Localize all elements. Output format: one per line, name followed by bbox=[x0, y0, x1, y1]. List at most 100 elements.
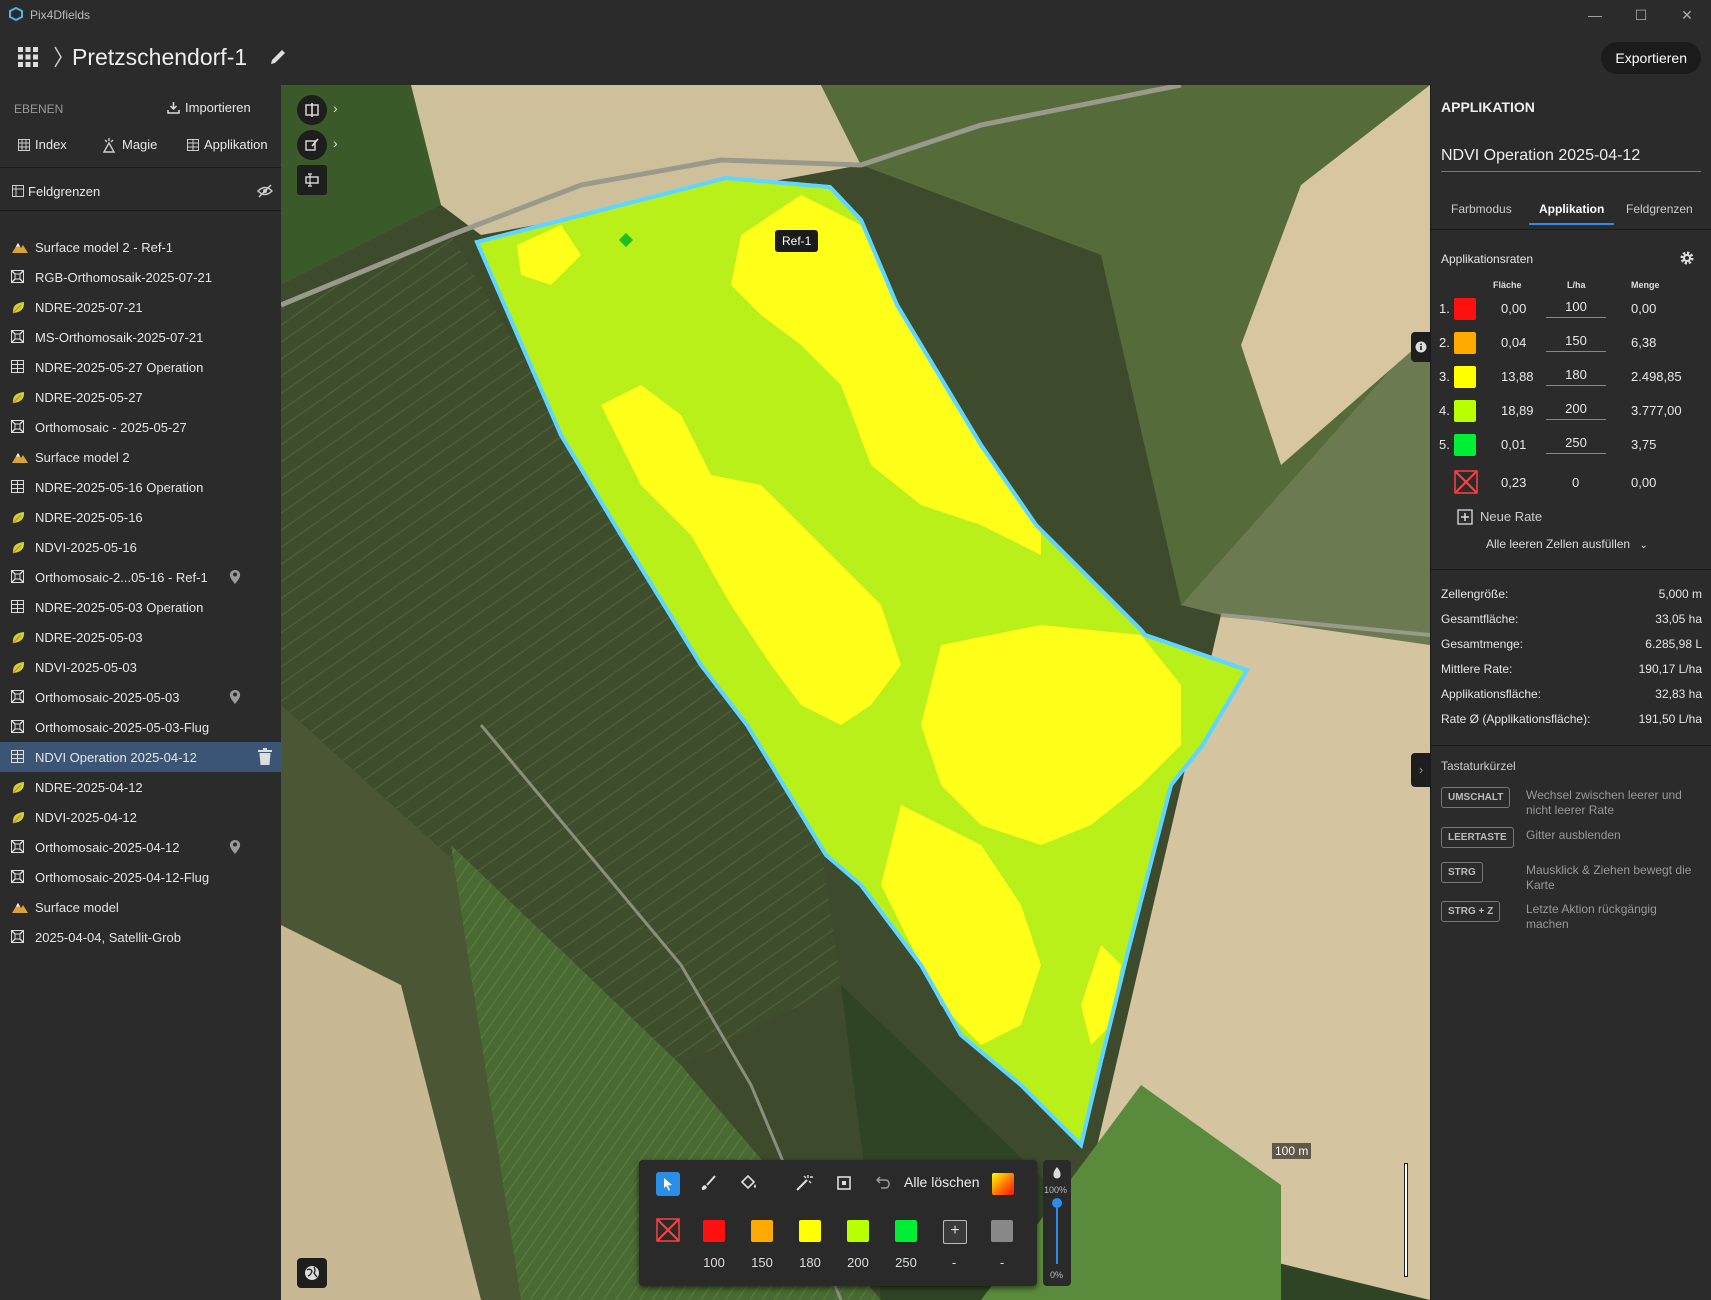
tab-feldgrenzen[interactable]: Feldgrenzen bbox=[1626, 202, 1693, 216]
map-canvas[interactable] bbox=[281, 85, 1430, 1300]
basemap-button[interactable] bbox=[297, 1258, 327, 1288]
add-rate-swatch[interactable]: + bbox=[943, 1220, 967, 1244]
layer-label: Orthomosaic-2025-05-03-Flug bbox=[35, 720, 210, 735]
rate-color-swatch[interactable] bbox=[1454, 434, 1476, 456]
rate-input[interactable]: 100 bbox=[1546, 299, 1606, 318]
fill-empty-cells-dropdown[interactable]: Alle leeren Zellen ausfüllen ⌄ bbox=[1486, 537, 1648, 551]
magic-select-button[interactable] bbox=[795, 1174, 813, 1192]
rate-swatch-label: 150 bbox=[751, 1255, 773, 1270]
rate-color-swatch[interactable] bbox=[847, 1220, 869, 1242]
layer-label: RGB-Orthomosaik-2025-07-21 bbox=[35, 270, 213, 285]
shortcut-description: Wechsel zwischen leerer und nicht leerer… bbox=[1526, 788, 1682, 817]
layer-item[interactable]: 2025-04-04, Satellit-Grob bbox=[0, 922, 281, 952]
layer-item[interactable]: Orthomosaic-2...05-16 - Ref-1 bbox=[0, 562, 281, 592]
rate-color-swatch[interactable] bbox=[799, 1220, 821, 1242]
leaf-icon bbox=[11, 780, 27, 794]
stat-value: 32,83 ha bbox=[1655, 687, 1702, 701]
measure-button[interactable] bbox=[297, 165, 327, 195]
undo-icon bbox=[875, 1176, 890, 1189]
rates-title: Applikationsraten bbox=[1441, 252, 1534, 266]
polygon-select-button[interactable] bbox=[835, 1174, 853, 1192]
layer-item[interactable]: Orthomosaic-2025-04-12 bbox=[0, 832, 281, 862]
rates-settings-button[interactable] bbox=[1679, 250, 1695, 266]
opacity-slider[interactable]: 100% 0% bbox=[1043, 1160, 1071, 1286]
rate-color-swatch[interactable] bbox=[1454, 332, 1476, 354]
measure-icon bbox=[305, 173, 319, 187]
opacity-handle[interactable] bbox=[1052, 1198, 1062, 1208]
layer-item[interactable]: Orthomosaic-2025-04-12-Flug bbox=[0, 862, 281, 892]
fill-tool-button[interactable] bbox=[739, 1174, 759, 1192]
rate-swatch-label: 250 bbox=[895, 1255, 917, 1270]
rate-color-swatch[interactable] bbox=[751, 1220, 773, 1242]
layer-item[interactable]: NDRE-2025-05-03 bbox=[0, 622, 281, 652]
mosaic-icon bbox=[11, 930, 27, 944]
rate-color-swatch[interactable] bbox=[991, 1220, 1013, 1242]
layer-item[interactable]: NDRE-2025-05-27 Operation bbox=[0, 352, 281, 382]
rate-input[interactable]: 200 bbox=[1546, 401, 1606, 420]
layer-item[interactable]: NDRE-2025-05-27 bbox=[0, 382, 281, 412]
export-button[interactable]: Exportieren bbox=[1601, 42, 1701, 74]
operation-name-input[interactable]: NDVI Operation 2025-04-12 bbox=[1441, 147, 1701, 172]
magic-icon bbox=[102, 138, 116, 153]
select-tool-button[interactable] bbox=[656, 1172, 680, 1196]
layer-item[interactable]: NDRE-2025-05-16 Operation bbox=[0, 472, 281, 502]
field-boundaries-layer[interactable]: Feldgrenzen bbox=[0, 180, 281, 211]
layer-item[interactable]: NDVI-2025-05-16 bbox=[0, 532, 281, 562]
map-view[interactable]: Ref-1 › › › 100 m Alle löschen 100 150 1… bbox=[281, 85, 1430, 1300]
layers-section-label: EBENEN bbox=[14, 102, 64, 116]
empty-rate-swatch[interactable] bbox=[656, 1218, 680, 1242]
layer-item[interactable]: Surface model bbox=[0, 892, 281, 922]
layer-item[interactable]: NDRE-2025-04-12 bbox=[0, 772, 281, 802]
color-mode-button[interactable] bbox=[992, 1173, 1014, 1195]
apps-grid-icon[interactable] bbox=[18, 47, 38, 67]
rate-input[interactable]: 180 bbox=[1546, 367, 1606, 386]
close-button[interactable]: ✕ bbox=[1667, 4, 1707, 26]
stat-label: Mittlere Rate: bbox=[1441, 662, 1513, 676]
rate-color-swatch[interactable] bbox=[1454, 298, 1476, 320]
rate-color-swatch[interactable] bbox=[895, 1220, 917, 1242]
expand-chevron-icon[interactable]: › bbox=[333, 135, 338, 151]
layer-item[interactable]: NDVI-2025-05-03 bbox=[0, 652, 281, 682]
layer-item[interactable]: MS-Orthomosaik-2025-07-21 bbox=[0, 322, 281, 352]
rate-color-swatch[interactable] bbox=[1454, 366, 1476, 388]
polygon-select-icon bbox=[837, 1176, 851, 1190]
eye-hidden-icon[interactable] bbox=[257, 184, 273, 198]
edit-boundary-button[interactable] bbox=[297, 130, 327, 160]
layer-item[interactable]: RGB-Orthomosaik-2025-07-21 bbox=[0, 262, 281, 292]
collapse-right-chevron-icon[interactable]: › bbox=[1411, 753, 1430, 787]
tab-farbmodus[interactable]: Farbmodus bbox=[1451, 202, 1512, 216]
location-pin-icon[interactable] bbox=[229, 569, 241, 585]
brush-tool-button[interactable] bbox=[699, 1174, 717, 1192]
layer-item[interactable]: NDVI-2025-04-12 bbox=[0, 802, 281, 832]
layer-item[interactable]: Orthomosaic-2025-05-03 bbox=[0, 682, 281, 712]
delete-trash-icon[interactable] bbox=[258, 748, 272, 765]
tab-applikation-right[interactable]: Applikation bbox=[1529, 202, 1615, 225]
layer-item[interactable]: NDVI Operation 2025-04-12 bbox=[0, 742, 281, 772]
info-button[interactable] bbox=[1411, 332, 1430, 362]
rate-color-swatch[interactable] bbox=[1454, 400, 1476, 422]
clear-all-button[interactable]: Alle löschen bbox=[904, 1174, 980, 1190]
opacity-track[interactable] bbox=[1056, 1202, 1058, 1264]
location-pin-icon[interactable] bbox=[229, 689, 241, 705]
layer-item[interactable]: Surface model 2 - Ref-1 bbox=[0, 232, 281, 262]
undo-button[interactable] bbox=[875, 1174, 891, 1190]
layer-item[interactable]: NDRE-2025-05-16 bbox=[0, 502, 281, 532]
layer-item[interactable]: Surface model 2 bbox=[0, 442, 281, 472]
maximize-button[interactable]: ☐ bbox=[1621, 4, 1661, 26]
rate-color-swatch[interactable] bbox=[703, 1220, 725, 1242]
layer-item[interactable]: NDRE-2025-05-03 Operation bbox=[0, 592, 281, 622]
leaf-icon bbox=[11, 300, 27, 314]
fill-empty-label: Alle leeren Zellen ausfüllen bbox=[1486, 537, 1631, 551]
compare-layers-button[interactable] bbox=[297, 95, 327, 125]
location-pin-icon[interactable] bbox=[229, 839, 241, 855]
rate-input[interactable]: 150 bbox=[1546, 333, 1606, 352]
minimize-button[interactable]: — bbox=[1575, 4, 1615, 26]
layer-item[interactable]: NDRE-2025-07-21 bbox=[0, 292, 281, 322]
layer-item[interactable]: Orthomosaic - 2025-05-27 bbox=[0, 412, 281, 442]
expand-chevron-icon[interactable]: › bbox=[333, 100, 338, 116]
rate-input[interactable]: 250 bbox=[1546, 435, 1606, 454]
stat-label: Zellengröße: bbox=[1441, 587, 1509, 601]
layer-item[interactable]: Orthomosaic-2025-05-03-Flug bbox=[0, 712, 281, 742]
rate-index: 5. bbox=[1439, 437, 1450, 452]
edit-pencil-icon[interactable] bbox=[269, 48, 287, 66]
